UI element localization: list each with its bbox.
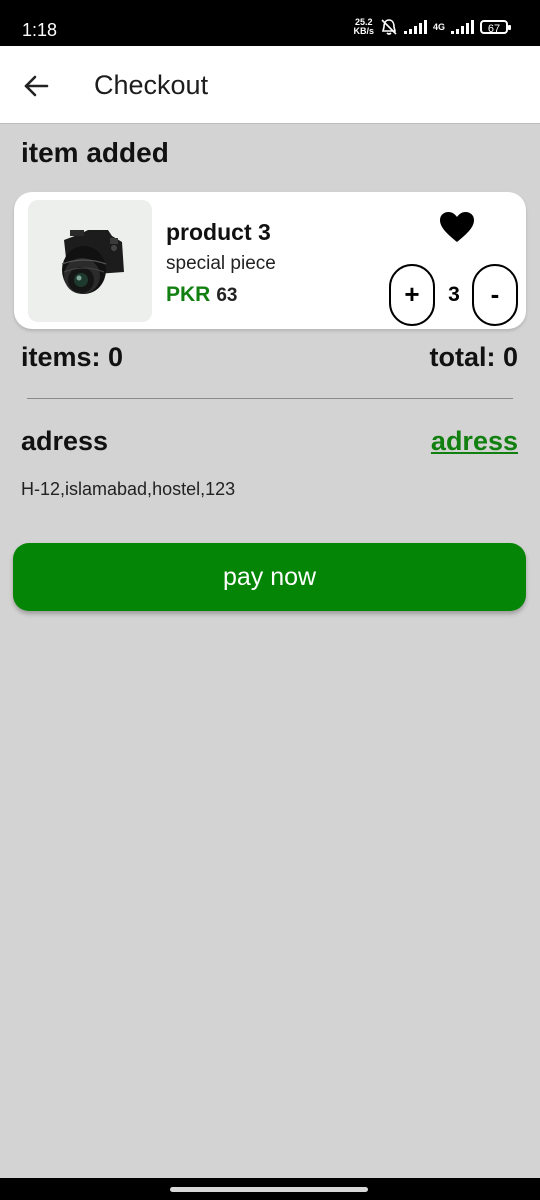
status-icons: 25.2 KB/s 4G 67 — [353, 17, 511, 36]
increase-quantity-button[interactable]: + — [389, 264, 435, 326]
page-title: Checkout — [94, 70, 209, 100]
status-bar: 1:18 25.2 KB/s 4G 67 — [0, 0, 540, 46]
address-label: adress — [21, 426, 109, 456]
pay-now-button[interactable]: pay now — [13, 543, 526, 611]
items-count: items: 0 — [21, 342, 124, 372]
heart-icon[interactable] — [438, 210, 476, 244]
network-type: 4G — [432, 21, 445, 32]
home-gesture-handle[interactable] — [170, 1187, 368, 1192]
network-speed: 25.2 KB/s — [353, 17, 374, 36]
decrease-quantity-button[interactable]: - — [472, 264, 518, 326]
order-total: total: 0 — [429, 342, 518, 372]
app-bar: Checkout — [0, 46, 540, 124]
product-name: product 3 — [166, 219, 271, 245]
price-value: 63 — [216, 285, 238, 306]
address-value: H-12,islamabad,hostel,123 — [21, 479, 236, 499]
cart-item-card: product 3 special piece PKR 63 + 3 - — [14, 192, 526, 329]
product-image — [28, 200, 152, 322]
system-navigation-bar — [0, 1178, 540, 1200]
camera-product-image — [28, 200, 152, 322]
price-currency: PKR — [166, 283, 211, 306]
notifications-off-icon — [381, 19, 397, 35]
quantity-value: 3 — [448, 283, 460, 306]
signal-icon — [403, 20, 427, 34]
signal-icon-2 — [451, 20, 474, 34]
address-edit-link[interactable]: adress — [431, 426, 518, 457]
arrow-left-icon[interactable] — [20, 70, 52, 102]
battery-icon: 67 — [480, 20, 511, 35]
status-time: 1:18 — [22, 20, 58, 40]
divider — [27, 398, 513, 399]
product-price: PKR 63 — [166, 283, 237, 307]
product-description: special piece — [166, 253, 276, 274]
section-title: item added — [21, 137, 169, 168]
